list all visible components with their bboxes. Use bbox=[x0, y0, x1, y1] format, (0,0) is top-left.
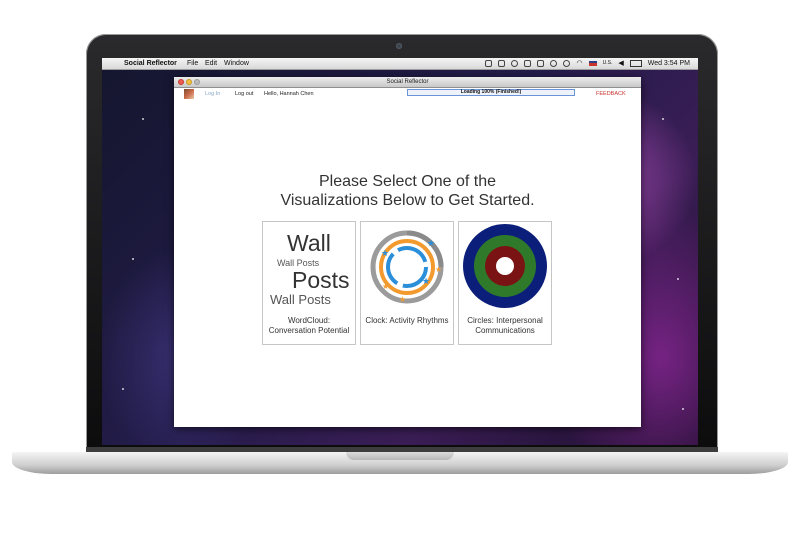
window-title: Social Reflector bbox=[386, 79, 429, 85]
login-link[interactable]: Log In bbox=[205, 91, 220, 97]
status-tray: ◠ U.S. ◀ Wed 3:54 PM bbox=[485, 58, 690, 69]
battery-icon[interactable] bbox=[629, 60, 642, 67]
wordcloud-caption-line-2: Conversation Potential bbox=[268, 326, 350, 335]
sync-icon[interactable] bbox=[498, 60, 506, 67]
laptop-notch bbox=[346, 452, 454, 460]
wordcloud-caption: WordCloud: Conversation Potential bbox=[263, 316, 355, 336]
menu-window[interactable]: Window bbox=[224, 58, 249, 69]
chat-icon[interactable] bbox=[550, 60, 558, 67]
wifi-icon[interactable]: ◠ bbox=[576, 58, 582, 69]
logout-link[interactable]: Log out bbox=[235, 91, 253, 97]
camera-icon bbox=[396, 43, 402, 49]
circles-caption-line-2: Communications bbox=[475, 326, 535, 335]
grid-icon[interactable] bbox=[524, 60, 532, 67]
svg-text:★: ★ bbox=[381, 249, 389, 259]
loading-progress-bar: Loading 100% (Finished!) bbox=[407, 89, 575, 96]
mac-menubar: Social Reflector File Edit Window ◠ U.S.… bbox=[102, 58, 698, 70]
svg-text:★: ★ bbox=[399, 295, 406, 304]
heading-line-1: Please Select One of the bbox=[319, 173, 496, 190]
notes-icon[interactable] bbox=[537, 60, 545, 67]
svg-text:★: ★ bbox=[427, 239, 435, 249]
wordcloud-card[interactable]: Wall Wall Posts Posts Wall Posts WordClo… bbox=[262, 221, 356, 345]
app-window: Social Reflector Log In Log out Hello, H… bbox=[174, 77, 641, 427]
circles-card[interactable]: Circles: Interpersonal Communications bbox=[458, 221, 552, 345]
activity-clock-icon: ★ ★ ★ ★ ★ ★ bbox=[370, 230, 444, 304]
circles-caption: Circles: Interpersonal Communications bbox=[459, 316, 551, 336]
wordcloud-word-wall: Wall bbox=[287, 230, 331, 256]
greeting-text: Hello, Hannah Chen bbox=[264, 91, 314, 97]
wordcloud-word-wall-posts-medium: Wall Posts bbox=[270, 292, 331, 307]
desktop-screen: Social Reflector File Edit Window ◠ U.S.… bbox=[102, 58, 698, 445]
svg-text:★: ★ bbox=[422, 277, 430, 287]
heading-line-2: Visualizations Below to Get Started. bbox=[280, 192, 535, 209]
info-icon[interactable] bbox=[511, 60, 519, 67]
wordcloud-caption-line-1: WordCloud: bbox=[287, 316, 331, 325]
interpersonal-circles-icon bbox=[463, 224, 547, 308]
window-titlebar[interactable]: Social Reflector bbox=[174, 77, 641, 88]
input-source-label[interactable]: U.S. bbox=[603, 58, 613, 69]
feedback-link[interactable]: FEEDBACK bbox=[596, 91, 626, 97]
volume-icon[interactable]: ◀ bbox=[618, 58, 623, 69]
menubar-clock[interactable]: Wed 3:54 PM bbox=[648, 58, 690, 69]
circles-caption-line-1: Circles: Interpersonal bbox=[467, 316, 543, 325]
clock-card[interactable]: ★ ★ ★ ★ ★ ★ Clock: Activity Rhythms bbox=[360, 221, 454, 345]
flag-icon[interactable] bbox=[588, 61, 597, 66]
svg-text:★: ★ bbox=[382, 282, 389, 291]
app-toolbar: Log In Log out Hello, Hannah Chen Loadin… bbox=[174, 88, 641, 102]
clock-caption: Clock: Activity Rhythms bbox=[365, 316, 449, 325]
wordcloud-word-posts: Posts bbox=[292, 267, 350, 293]
page-heading: Please Select One of the Visualizations … bbox=[174, 172, 641, 210]
menu-edit[interactable]: Edit bbox=[205, 58, 217, 69]
dropbox-icon[interactable] bbox=[485, 60, 493, 67]
avatar bbox=[184, 89, 194, 99]
clock-icon[interactable] bbox=[563, 60, 571, 67]
menu-app-name[interactable]: Social Reflector bbox=[124, 58, 177, 69]
svg-text:★: ★ bbox=[435, 265, 442, 274]
menu-file[interactable]: File bbox=[187, 58, 198, 69]
